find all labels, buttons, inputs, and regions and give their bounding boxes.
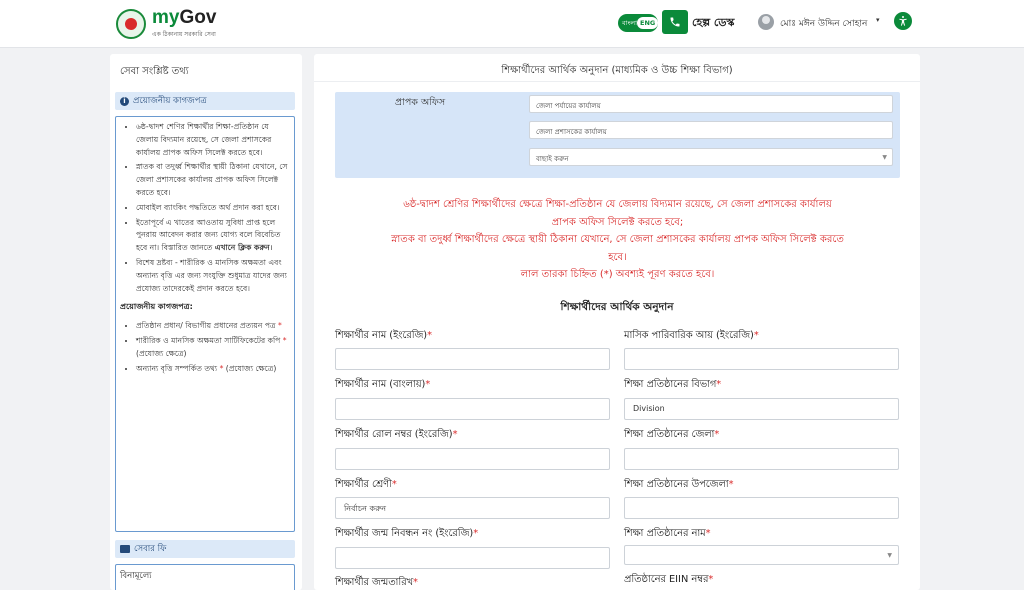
list-item: প্রতিষ্ঠান প্রধান/ বিভাগীয় প্রধানের প্র… [136, 320, 288, 333]
logo-subtitle: এক ঠিকানায় সরকারি সেবা [152, 31, 216, 38]
list-item: ইতোপূর্বে এ খাতের আওতায় সুবিধা প্রাপ্ত … [136, 217, 288, 255]
student-name-en-input[interactable] [335, 348, 610, 370]
required-docs-title: প্রয়োজনীয় কাগজপত্র: [120, 302, 193, 312]
sidebar-title: সেবা সংশ্লিষ্ট তথ্য [120, 66, 189, 77]
info-icon: i [120, 96, 129, 106]
accessibility-icon[interactable] [894, 12, 912, 30]
phone-icon [670, 17, 680, 27]
family-income-input[interactable] [624, 348, 899, 370]
institution-division-input[interactable]: Division [624, 398, 899, 420]
eiin-label: প্রতিষ্ঠানের EIIN নম্বর* [624, 574, 714, 585]
birth-reg-label: শিক্ষার্থীর জন্ম নিবন্ধন নং (ইংরেজি)* [335, 528, 479, 539]
institution-name-label: শিক্ষা প্রতিষ্ঠানের নাম* [624, 528, 711, 539]
required-docs-box: ৬ষ্ঠ-দ্বাদশ শেণির শিক্ষার্থীর শিক্ষা-প্র… [115, 116, 295, 532]
list-item: ৬ষ্ঠ-দ্বাদশ শেণির শিক্ষার্থীর শিক্ষা-প্র… [136, 121, 288, 159]
birth-date-label: শিক্ষার্থীর জন্মতারিখ* [335, 577, 418, 588]
student-name-bn-input[interactable] [335, 398, 610, 420]
service-info-sidebar: সেবা সংশ্লিষ্ট তথ্য i প্রয়োজনীয় কাগজপত… [110, 54, 302, 590]
required-docs-heading: i প্রয়োজনীয় কাগজপত্র [115, 92, 295, 110]
recipient-office-box: প্রাপক অফিস জেলা পর্যায়ের কার্যালয় জেল… [335, 92, 900, 178]
student-class-label: শিক্ষার্থীর শ্রেণী* [335, 479, 397, 490]
list-item: স্নাতক বা তদুর্ধ্ব শিক্ষার্থীর স্থায়ী ঠ… [136, 161, 288, 199]
student-name-bn-label: শিক্ষার্থীর নাম (বাংলায়)* [335, 379, 431, 390]
institution-upazila-input[interactable] [624, 497, 899, 519]
family-income-label: মাসিক পারিবারিক আয় (ইংরেজি)* [624, 330, 759, 341]
section-heading: শিক্ষার্থীদের আর্থিক অনুদান [560, 301, 674, 313]
list-item: বিশেষ দ্রষ্টব্য - শারীরিক ও মানসিক অক্ষম… [136, 257, 288, 295]
instruction-notice: ৬ষ্ঠ-দ্বাদশ শ্রেণির শিক্ষার্থীদের ক্ষেত্… [391, 199, 844, 281]
bangladesh-emblem-icon [116, 9, 146, 39]
institution-district-label: শিক্ষা প্রতিষ্ঠানের জেলা* [624, 429, 720, 440]
roll-number-input[interactable] [335, 448, 610, 470]
phone-button[interactable] [662, 10, 688, 34]
language-toggle[interactable]: বাংলা ENG [618, 14, 659, 32]
list-item: মোবাইল ব্যাংকিং পদ্ধতিতে অর্থ প্রদান করা… [136, 202, 288, 215]
wallet-icon [120, 545, 130, 553]
service-fee-heading: সেবার ফি [115, 540, 295, 558]
notes-list: ৬ষ্ঠ-দ্বাদশ শেণির শিক্ষার্থীর শিক্ষা-প্র… [120, 121, 288, 295]
chevron-down-icon: ▼ [887, 552, 892, 559]
institution-upazila-label: শিক্ষা প্রতিষ্ঠানের উপজেলা* [624, 479, 734, 490]
institution-name-select[interactable]: ▼ [624, 545, 899, 565]
logo-title: myGov [152, 7, 217, 28]
divider [314, 81, 920, 82]
student-class-select[interactable]: নির্বাচন করুন [335, 497, 610, 519]
service-fee-value: বিনামূল্যে [115, 564, 295, 590]
chevron-down-icon: ▼ [882, 154, 887, 161]
user-avatar[interactable] [758, 14, 774, 30]
lang-bn-label: বাংলা [622, 18, 638, 27]
lang-en-label: ENG [637, 17, 659, 29]
institution-division-label: শিক্ষা প্রতিষ্ঠানের বিভাগ* [624, 379, 722, 390]
top-header: myGov এক ঠিকানায় সরকারি সেবা বাংলা ENG … [0, 0, 1024, 48]
required-docs-list: প্রতিষ্ঠান প্রধান/ বিভাগীয় প্রধানের প্র… [120, 320, 288, 375]
institution-district-input[interactable] [624, 448, 899, 470]
application-form-panel: শিক্ষার্থীদের আর্থিক অনুদান (মাধ্যমিক ও … [314, 54, 920, 590]
chevron-down-icon[interactable]: ▾ [876, 16, 880, 24]
student-name-en-label: শিক্ষার্থীর নাম (ইংরেজি)* [335, 330, 433, 341]
recipient-office-label: প্রাপক অফিস [395, 97, 446, 108]
office-type-field[interactable]: জেলা প্রশাসকের কার্যালয় [529, 121, 893, 139]
birth-reg-input[interactable] [335, 547, 610, 569]
user-name[interactable]: মোঃ মঈন উদ্দিন সোহান [780, 16, 867, 31]
list-item: শারীরিক ও মানসিক অক্ষমতা সার্টিফিকেটের ক… [136, 335, 288, 361]
help-desk-link[interactable]: হেল্প ডেস্ক [692, 14, 734, 33]
click-here-link[interactable]: এখানে ক্লিক করুন [215, 243, 270, 252]
roll-number-label: শিক্ষার্থীর রোল নম্বর (ইংরেজি)* [335, 429, 458, 440]
office-level-field[interactable]: জেলা পর্যায়ের কার্যালয় [529, 95, 893, 113]
office-select[interactable]: বাছাই করুন ▼ [529, 148, 893, 166]
list-item: অন্যান্য বৃত্তি সম্পর্কিত তথ্য * (প্রযোজ… [136, 363, 288, 376]
mygov-logo[interactable]: myGov এক ঠিকানায় সরকারি সেবা [116, 8, 216, 40]
page-title: শিক্ষার্থীদের আর্থিক অনুদান (মাধ্যমিক ও … [501, 65, 733, 76]
